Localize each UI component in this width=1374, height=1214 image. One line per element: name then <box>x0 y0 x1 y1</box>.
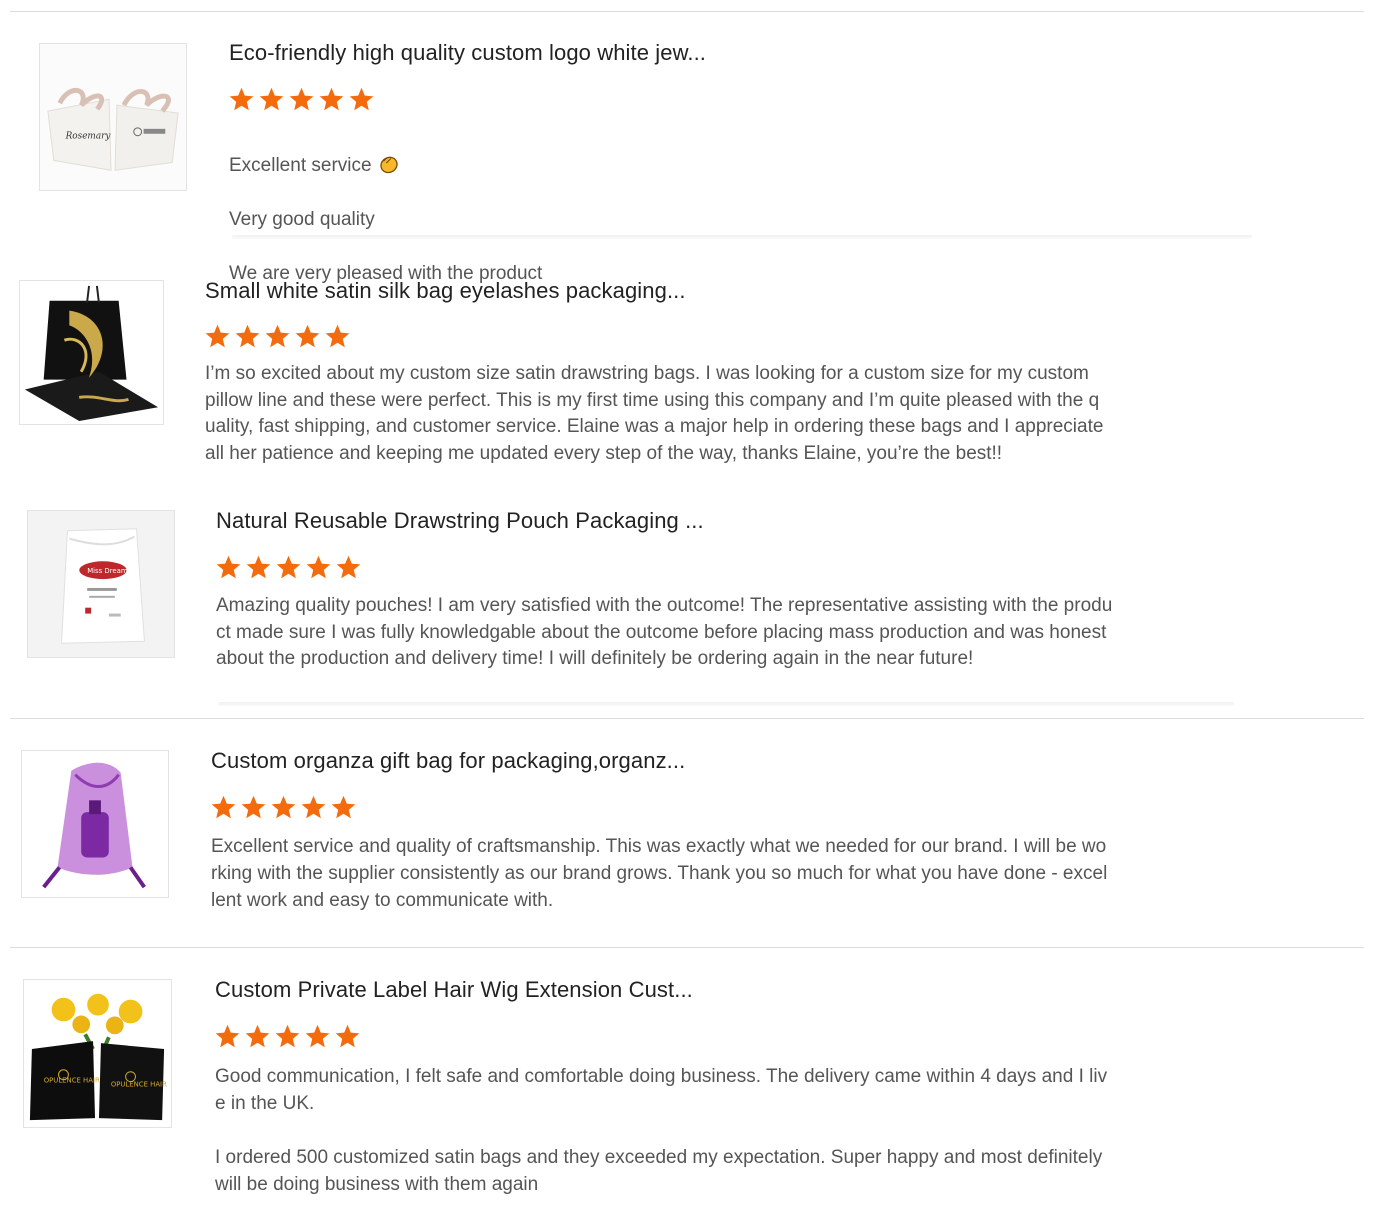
star-icon <box>301 795 326 819</box>
star-icon <box>289 87 314 111</box>
star-icon <box>229 87 254 111</box>
section-divider <box>218 702 1234 706</box>
star-icon <box>235 324 260 348</box>
star-icon <box>211 795 236 819</box>
section-divider <box>10 718 1364 719</box>
white-drawstring-pouch-image[interactable]: Miss Dream <box>27 510 175 658</box>
black-satin-bag-image[interactable] <box>19 280 164 425</box>
star-icon <box>336 555 361 579</box>
star-icon <box>265 324 290 348</box>
star-icon <box>306 555 331 579</box>
svg-text:OPULENCE HAIR: OPULENCE HAIR <box>44 1077 100 1085</box>
purple-organza-bag-image[interactable] <box>21 750 169 898</box>
star-icon <box>319 87 344 111</box>
star-icon <box>275 1024 300 1048</box>
star-icon <box>205 324 230 348</box>
clapping-hands-icon <box>379 156 398 174</box>
star-rating <box>214 1023 361 1051</box>
product-title[interactable]: Custom organza gift bag for packaging,or… <box>211 748 685 774</box>
product-title[interactable]: Eco-friendly high quality custom logo wh… <box>229 40 706 66</box>
star-icon <box>325 324 350 348</box>
star-icon <box>335 1024 360 1048</box>
star-icon <box>276 555 301 579</box>
black-satin-hair-bags-image[interactable]: OPULENCE HAIR OPULENCE HAIR <box>23 979 172 1128</box>
top-divider <box>10 11 1364 12</box>
white-jewelry-pouch-image[interactable]: Rosemary <box>39 43 187 191</box>
star-icon <box>259 87 284 111</box>
product-title[interactable]: Custom Private Label Hair Wig Extension … <box>215 977 693 1003</box>
review-line: Excellent service <box>229 155 372 176</box>
review-line: Very good quality <box>229 209 375 230</box>
star-icon <box>246 555 271 579</box>
svg-text:OPULENCE HAIR: OPULENCE HAIR <box>111 1081 167 1089</box>
star-icon <box>305 1024 330 1048</box>
product-title[interactable]: Natural Reusable Drawstring Pouch Packag… <box>216 508 704 534</box>
svg-text:Rosemary: Rosemary <box>65 132 112 142</box>
product-title[interactable]: Small white satin silk bag eyelashes pac… <box>205 278 686 304</box>
star-rating <box>210 794 357 822</box>
star-rating <box>204 323 351 351</box>
star-icon <box>216 555 241 579</box>
star-icon <box>349 87 374 111</box>
review-text: Excellent service Very good quality We a… <box>229 125 542 287</box>
star-icon <box>271 795 296 819</box>
review-text: Excellent service and quality of craftsm… <box>211 836 1108 911</box>
star-icon <box>295 324 320 348</box>
star-icon <box>241 795 266 819</box>
star-rating <box>228 86 375 114</box>
svg-text:Miss Dream: Miss Dream <box>87 567 128 575</box>
star-icon <box>331 795 356 819</box>
star-icon <box>215 1024 240 1048</box>
review-text: I’m so excited about my custom size sati… <box>205 363 1104 464</box>
review-text: Good communication, I felt safe and comf… <box>215 1066 1108 1195</box>
section-divider <box>10 947 1364 948</box>
review-text: Amazing quality pouches! I am very satis… <box>216 595 1113 669</box>
star-rating <box>215 554 362 582</box>
star-icon <box>245 1024 270 1048</box>
